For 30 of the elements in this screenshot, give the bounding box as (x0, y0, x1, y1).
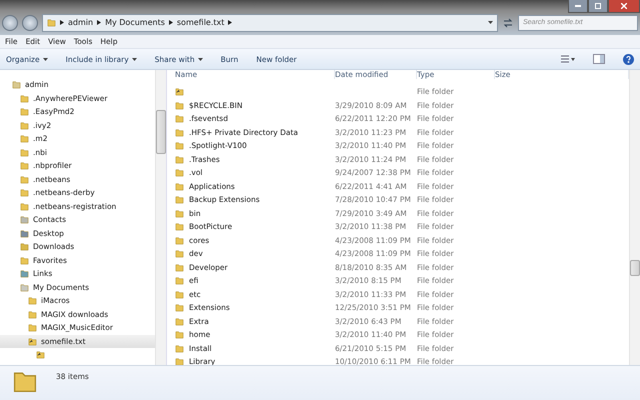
breadcrumb[interactable]: My Documents (105, 18, 165, 27)
view-options-icon[interactable] (561, 54, 575, 64)
maximize-button[interactable] (588, 0, 608, 13)
caret-icon (198, 58, 203, 60)
minimize-button[interactable] (568, 0, 588, 13)
chevron-icon (60, 20, 64, 25)
caret-icon (132, 58, 137, 60)
shortcut-folder-icon (28, 336, 37, 346)
breadcrumb[interactable]: admin (68, 18, 94, 27)
help-icon[interactable] (623, 54, 634, 64)
scrollbar-thumb[interactable] (156, 110, 166, 154)
minimize-icon (575, 5, 581, 7)
chevron-icon (168, 20, 173, 25)
refresh-icon[interactable] (502, 18, 514, 28)
forward-button[interactable] (22, 14, 38, 30)
shortcut-folder-icon (175, 87, 184, 96)
scrollbar-thumb[interactable] (630, 260, 640, 276)
preview-pane-icon[interactable] (593, 54, 605, 64)
shortcut-folder-icon (36, 350, 45, 360)
close-icon (621, 3, 627, 9)
breadcrumb[interactable]: somefile.txt (176, 18, 224, 27)
back-button[interactable] (2, 14, 18, 30)
maximize-icon (595, 3, 601, 9)
caret-icon (42, 58, 48, 60)
folder-icon (47, 18, 56, 27)
close-button[interactable] (608, 0, 640, 13)
caret-icon (488, 21, 493, 24)
chevron-icon (228, 20, 232, 25)
chevron-icon (97, 20, 102, 25)
address-bar[interactable]: admin My Documents somefile.txt (42, 14, 498, 32)
